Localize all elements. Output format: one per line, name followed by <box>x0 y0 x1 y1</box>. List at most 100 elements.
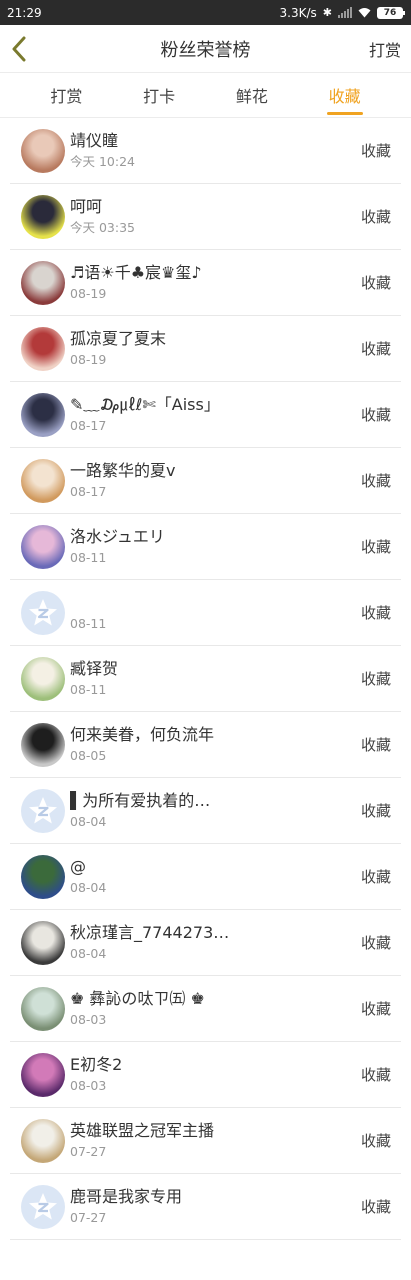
battery-icon: 76 <box>377 6 405 19</box>
avatar[interactable] <box>21 722 65 767</box>
avatar[interactable] <box>21 524 65 569</box>
back-button[interactable] <box>10 35 38 63</box>
list-item[interactable]: ✎﹏₯㎕ℓ✄「Aiss」 08-17 收藏 <box>10 382 401 448</box>
user-name: 秋凉瑾言_7744273… <box>70 923 230 942</box>
avatar[interactable] <box>21 458 65 503</box>
item-date: 今天 10:24 <box>70 154 135 169</box>
collect-label: 收藏 <box>360 340 391 358</box>
fan-list: 靖仪瞳 今天 10:24 收藏 呵呵 今天 03:35 收藏 ♬语☀千♣宸♛玺♪ 08-19 收… <box>0 118 411 1240</box>
list-item[interactable]: 孤凉夏了夏末 08-19 收藏 <box>10 316 401 382</box>
item-meta: 臧铎贺 08-11 <box>70 659 361 698</box>
page-title: 粉丝荣誉榜 <box>160 39 251 61</box>
list-item[interactable]: 一路繁华的夏v 08-17 收藏 <box>10 448 401 514</box>
item-date: 08-11 <box>70 550 107 565</box>
user-name: 一路繁华的夏v <box>70 461 176 480</box>
item-date: 08-03 <box>70 1012 107 1027</box>
collect-label: 收藏 <box>360 1066 391 1084</box>
item-date: 08-05 <box>70 748 107 763</box>
list-item[interactable]: 呵呵 今天 03:35 收藏 <box>10 184 401 250</box>
user-name: 英雄联盟之冠军主播 <box>70 1121 215 1140</box>
list-item[interactable]: ♚ 彝訫の呔ㄗ㈤ ♚ 08-03 收藏 <box>10 976 401 1042</box>
chevron-left-icon <box>12 36 26 61</box>
bluetooth-icon: ✱ <box>322 6 332 19</box>
item-meta: 何来美眷，何负流年 08-05 <box>70 725 361 764</box>
battery-level: 76 <box>383 7 397 18</box>
item-meta: 靖仪瞳今天 10:24 <box>70 131 361 170</box>
user-name: 鹿哥是我家专用 <box>70 1187 183 1206</box>
user-name: 臧铎贺 <box>70 659 119 678</box>
default-avatar-icon <box>29 598 57 625</box>
collect-label: 收藏 <box>360 274 391 292</box>
list-item[interactable]: E初冬2 08-03 收藏 <box>10 1042 401 1108</box>
status-time: 21:29 <box>7 5 42 20</box>
item-date: 07-27 <box>70 1210 107 1225</box>
collect-label: 收藏 <box>360 1198 391 1216</box>
avatar[interactable] <box>21 260 65 305</box>
tab-2[interactable]: 鲜花 <box>206 73 299 117</box>
item-meta: 鹿哥是我家专用 07-27 <box>70 1187 361 1226</box>
nav-header: 粉丝荣誉榜 打赏 <box>0 25 411 73</box>
avatar[interactable] <box>21 854 65 899</box>
item-meta: E初冬2 08-03 <box>70 1055 361 1094</box>
tab-3[interactable]: 收藏 <box>298 73 391 117</box>
avatar[interactable] <box>21 128 65 173</box>
item-meta: @08-04 <box>70 857 361 896</box>
collect-label: 收藏 <box>360 868 391 886</box>
avatar[interactable] <box>21 920 65 965</box>
tab-0[interactable]: 打赏 <box>20 73 113 117</box>
collect-label: 收藏 <box>360 472 391 490</box>
user-name: 洛水ジュエリ <box>70 527 165 546</box>
tab-bar: 打赏 打卡 鲜花 收藏 <box>0 73 411 118</box>
avatar[interactable] <box>21 326 65 371</box>
list-item[interactable]: ▌为所有爱执着的… 08-04 收藏 <box>10 778 401 844</box>
list-item[interactable]: 秋凉瑾言_7744273… 08-04 收藏 <box>10 910 401 976</box>
avatar[interactable] <box>21 788 65 833</box>
avatar[interactable] <box>21 194 65 239</box>
avatar[interactable] <box>21 1184 65 1229</box>
avatar[interactable] <box>21 590 65 635</box>
network-speed: 3.3K/s <box>279 5 317 20</box>
default-avatar-icon <box>29 1192 57 1219</box>
avatar[interactable] <box>21 1118 65 1163</box>
list-item[interactable]: 靖仪瞳 今天 10:24 收藏 <box>10 118 401 184</box>
item-meta: ▌为所有爱执着的… 08-04 <box>70 791 361 830</box>
list-item[interactable]: 08-11 收藏 <box>10 580 401 646</box>
item-meta: 呵呵 今天 03:35 <box>70 197 361 236</box>
item-date: 08-04 <box>70 880 107 895</box>
item-date: 08-17 <box>70 484 107 499</box>
item-meta: ♚ 彝訫の呔ㄗ㈤ ♚ 08-03 <box>70 989 361 1028</box>
list-item[interactable]: @08-04 收藏 <box>10 844 401 910</box>
list-item[interactable]: 臧铎贺 08-11 收藏 <box>10 646 401 712</box>
user-name <box>70 593 330 613</box>
tab-1[interactable]: 打卡 <box>113 73 206 117</box>
collect-label: 收藏 <box>360 670 391 688</box>
status-bar: 21:29 3.3K/s ✱ 76 <box>0 0 411 25</box>
avatar[interactable] <box>21 656 65 701</box>
avatar[interactable] <box>21 986 65 1031</box>
item-meta: 孤凉夏了夏末 08-19 <box>70 329 361 368</box>
user-name: 呵呵 <box>70 197 103 216</box>
list-item[interactable]: ♬语☀千♣宸♛玺♪ 08-19 收藏 <box>10 250 401 316</box>
collect-label: 收藏 <box>360 1132 391 1150</box>
item-meta: 08-11 <box>70 593 361 632</box>
user-name: E初冬2 <box>70 1055 123 1074</box>
user-name: 何来美眷，何负流年 <box>70 725 215 744</box>
avatar[interactable] <box>21 1052 65 1097</box>
list-item[interactable]: 何来美眷，何负流年 08-05 收藏 <box>10 712 401 778</box>
item-meta: ✎﹏₯㎕ℓ✄「Aiss」 08-17 <box>70 395 361 434</box>
list-item[interactable]: 鹿哥是我家专用 07-27 收藏 <box>10 1174 401 1240</box>
item-date: 08-11 <box>70 682 107 697</box>
item-date: 08-11 <box>70 616 107 631</box>
item-meta: 洛水ジュエリ 08-11 <box>70 527 361 566</box>
collect-label: 收藏 <box>360 538 391 556</box>
user-name: 靖仪瞳 <box>70 131 119 150</box>
avatar[interactable] <box>21 392 65 437</box>
list-item[interactable]: 洛水ジュエリ 08-11 收藏 <box>10 514 401 580</box>
list-item[interactable]: 英雄联盟之冠军主播 07-27 收藏 <box>10 1108 401 1174</box>
item-meta: ♬语☀千♣宸♛玺♪ 08-19 <box>70 263 361 302</box>
collect-label: 收藏 <box>360 604 391 622</box>
reward-button[interactable]: 打赏 <box>369 37 401 61</box>
item-date: 08-19 <box>70 286 107 301</box>
item-date: 08-03 <box>70 1078 107 1093</box>
item-meta: 一路繁华的夏v 08-17 <box>70 461 361 500</box>
